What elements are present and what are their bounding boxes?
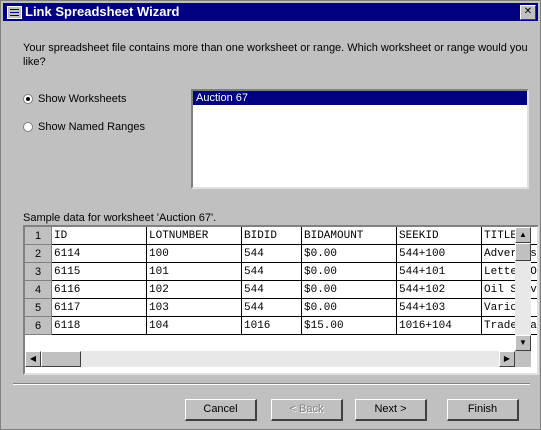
table-cell: $0.00 xyxy=(301,262,397,281)
row-number: 2 xyxy=(25,244,52,263)
scroll-right-icon[interactable]: ▶ xyxy=(499,351,515,367)
back-button[interactable]: < Back xyxy=(271,399,343,421)
row-number: 5 xyxy=(25,298,52,317)
show-worksheets-radio[interactable] xyxy=(23,94,33,104)
close-button[interactable]: ✕ xyxy=(520,5,536,20)
table-cell: 544+102 xyxy=(396,280,482,299)
table-cell: $0.00 xyxy=(301,244,397,263)
table-cell: 6116 xyxy=(51,280,147,299)
show-named-ranges-radio[interactable] xyxy=(23,122,33,132)
scroll-up-icon[interactable]: ▲ xyxy=(515,227,531,243)
column-header-cell: ID xyxy=(51,227,147,245)
window-title: Link Spreadsheet Wizard xyxy=(25,4,180,19)
table-cell: 102 xyxy=(146,280,242,299)
show-named-ranges-option[interactable]: Show Named Ranges xyxy=(23,121,145,133)
button-separator xyxy=(13,383,530,385)
table-cell: 1016 xyxy=(241,316,302,335)
table-cell: 1016+104 xyxy=(396,316,482,335)
table-row: 46116102544$0.00544+102Oil Stove Ad xyxy=(25,280,537,299)
row-number: 3 xyxy=(25,262,52,281)
scroll-left-icon[interactable]: ◀ xyxy=(25,351,41,367)
prompt-text: Your spreadsheet file contains more than… xyxy=(23,42,528,68)
next-button[interactable]: Next > xyxy=(355,399,427,421)
table-cell: 544 xyxy=(241,262,302,281)
table-row: 661181041016$15.001016+104Trade Cards xyxy=(25,316,537,335)
vertical-scrollbar[interactable]: ▲ ▼ xyxy=(515,227,531,351)
row-number: 6 xyxy=(25,316,52,335)
table-row: 36115101544$0.00544+101Letter Opene xyxy=(25,262,537,281)
show-worksheets-label: Show Worksheets xyxy=(38,93,127,105)
column-header-cell: LOTNUMBER xyxy=(146,227,242,245)
table-cell: 6117 xyxy=(51,298,147,317)
sample-data-label: Sample data for worksheet 'Auction 67'. xyxy=(23,212,217,224)
table-cell: 100 xyxy=(146,244,242,263)
table-cell: 544+101 xyxy=(396,262,482,281)
horizontal-scroll-thumb[interactable] xyxy=(41,351,81,367)
table-cell: $0.00 xyxy=(301,298,397,317)
worksheet-item[interactable]: Auction 67 xyxy=(193,91,527,105)
vertical-scroll-thumb[interactable] xyxy=(515,243,531,261)
column-header-cell: BIDID xyxy=(241,227,302,245)
table-cell: 6114 xyxy=(51,244,147,263)
cancel-button[interactable]: Cancel xyxy=(185,399,257,421)
title-bar[interactable]: Link Spreadsheet Wizard ✕ xyxy=(3,3,538,21)
table-row: 1 ID LOTNUMBER BIDID BIDAMOUNT SEEKID TITLE xyxy=(25,227,537,245)
worksheet-listbox[interactable]: Auction 67 xyxy=(191,89,529,189)
app-icon xyxy=(7,6,22,19)
scroll-down-icon[interactable]: ▼ xyxy=(515,335,531,351)
link-spreadsheet-wizard-dialog: Link Spreadsheet Wizard ✕ Your spreadshe… xyxy=(0,0,541,430)
table-cell: $15.00 xyxy=(301,316,397,335)
table-cell: 103 xyxy=(146,298,242,317)
sample-data-grid[interactable]: 1 ID LOTNUMBER BIDID BIDAMOUNT SEEKID TITLE 2 61… xyxy=(23,225,539,375)
column-header-cell: BIDAMOUNT xyxy=(301,227,397,245)
show-worksheets-option[interactable]: Show Worksheets xyxy=(23,93,126,105)
table-row: 26114100544$0.00544+100 Advertiseme xyxy=(25,244,537,263)
table-cell: 544 xyxy=(241,298,302,317)
table-row: 56117103544$0.00544+103Various play xyxy=(25,298,537,317)
table-cell: 104 xyxy=(146,316,242,335)
row-number: 1 xyxy=(25,227,52,245)
column-header-cell: SEEKID xyxy=(396,227,482,245)
scrollbar-corner xyxy=(515,351,531,367)
table-cell: 6115 xyxy=(51,262,147,281)
show-named-ranges-label: Show Named Ranges xyxy=(38,121,146,133)
table-cell: 6118 xyxy=(51,316,147,335)
table-cell: 544+100 xyxy=(396,244,482,263)
table-cell: 101 xyxy=(146,262,242,281)
row-number: 4 xyxy=(25,280,52,299)
horizontal-scrollbar[interactable]: ◀ ▶ xyxy=(25,351,515,367)
table-cell: 544 xyxy=(241,280,302,299)
table-cell: $0.00 xyxy=(301,280,397,299)
table-cell: 544 xyxy=(241,244,302,263)
table-cell: 544+103 xyxy=(396,298,482,317)
finish-button[interactable]: Finish xyxy=(447,399,519,421)
sample-table: 1 ID LOTNUMBER BIDID BIDAMOUNT SEEKID TITLE 2 61… xyxy=(25,227,537,335)
